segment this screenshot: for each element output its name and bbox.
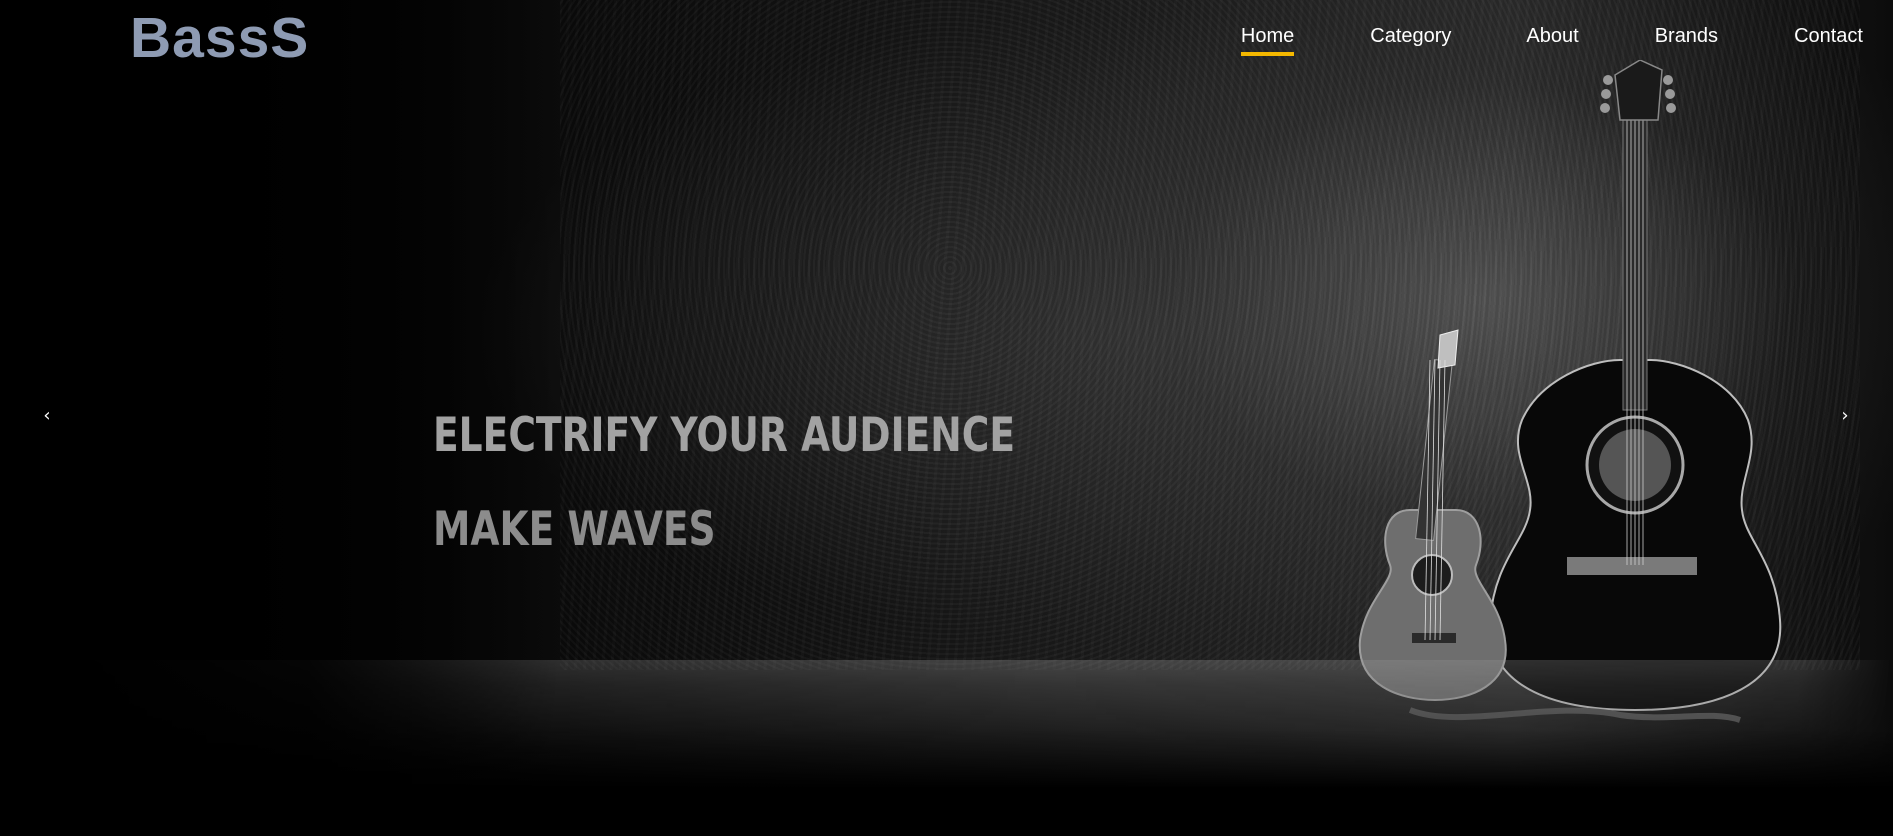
nav-item-about[interactable]: About (1526, 22, 1578, 56)
hero-headline-primary: ELECTRIFY YOUR AUDIENCE (433, 408, 1016, 463)
hero-slider: BassS Home Category About Brands Contact… (0, 0, 1893, 836)
ukulele (1358, 329, 1507, 702)
carousel-prev-button[interactable]: ‹ (32, 400, 62, 430)
chevron-left-icon: ‹ (43, 404, 51, 426)
hero-headline-secondary: MAKE WAVES (433, 502, 716, 557)
site-logo[interactable]: BassS (130, 4, 309, 72)
nav-item-brands[interactable]: Brands (1655, 22, 1718, 56)
guitars-image (1358, 60, 1782, 723)
nav-item-category[interactable]: Category (1370, 22, 1451, 56)
main-nav: Home Category About Brands Contact (1240, 22, 1863, 56)
nav-item-home[interactable]: Home (1240, 22, 1295, 56)
chevron-right-icon: › (1841, 404, 1849, 426)
acoustic-guitar (1488, 60, 1782, 712)
nav-item-contact[interactable]: Contact (1794, 22, 1863, 56)
carousel-next-button[interactable]: › (1830, 400, 1860, 430)
